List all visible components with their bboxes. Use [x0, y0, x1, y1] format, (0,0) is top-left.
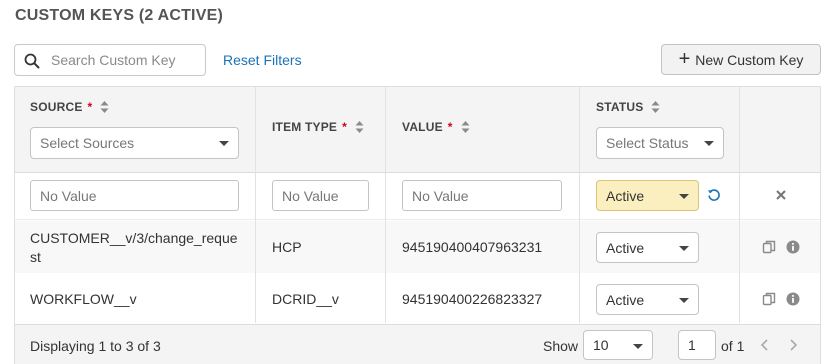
chevron-down-icon: [704, 141, 714, 146]
info-icon[interactable]: [786, 240, 800, 254]
required-marker: *: [342, 120, 348, 134]
sort-icon: [461, 121, 470, 133]
value-input[interactable]: [402, 180, 562, 211]
new-key-status-value: Active: [606, 187, 645, 204]
info-icon[interactable]: [786, 292, 800, 306]
column-divider: [255, 87, 256, 323]
page-number-value: 1: [688, 337, 696, 353]
row-item-type: DCRID__v: [272, 291, 339, 307]
sort-icon: [355, 121, 364, 133]
row-item-type: HCP: [272, 239, 302, 255]
row-status-value: Active: [606, 239, 645, 256]
row-status-value: Active: [606, 291, 645, 308]
sort-icon: [651, 101, 660, 113]
column-divider: [579, 87, 580, 323]
copy-icon[interactable]: [762, 240, 776, 254]
chevron-down-icon: [679, 194, 689, 199]
search-input[interactable]: [49, 49, 199, 71]
column-label-source: SOURCE: [30, 100, 83, 114]
required-marker: *: [87, 100, 93, 114]
status-filter-placeholder: Select Status: [606, 135, 689, 151]
column-divider: [385, 87, 386, 323]
source-filter-select[interactable]: Select Sources: [30, 127, 239, 159]
page-number-input[interactable]: 1: [678, 330, 716, 360]
row-source-text: CUSTOMER__v/3/change_reque: [30, 230, 238, 246]
column-header-item-type[interactable]: ITEM TYPE *: [272, 120, 364, 134]
reset-filters-link[interactable]: Reset Filters: [223, 52, 302, 68]
displaying-count: Displaying 1 to 3 of 3: [30, 338, 161, 354]
undo-icon[interactable]: [707, 188, 721, 202]
column-header-value[interactable]: VALUE *: [402, 120, 470, 134]
page-title: CUSTOM KEYS (2 ACTIVE): [15, 7, 223, 24]
chevron-down-icon: [679, 246, 689, 251]
column-label-item-type: ITEM TYPE: [272, 120, 338, 134]
search-box[interactable]: [14, 44, 206, 76]
row-status-select[interactable]: Active: [596, 284, 699, 315]
copy-icon[interactable]: [762, 292, 776, 306]
page-size-value: 10: [593, 337, 609, 353]
column-label-value: VALUE: [402, 120, 443, 134]
close-icon[interactable]: [775, 189, 787, 201]
plus-icon: +: [678, 47, 691, 70]
sort-icon: [100, 101, 109, 113]
new-custom-key-button[interactable]: + New Custom Key: [661, 44, 821, 75]
of-pages-label: of 1: [721, 338, 745, 354]
column-divider: [739, 87, 740, 323]
page-size-select[interactable]: 10: [583, 330, 653, 360]
show-label: Show: [543, 338, 579, 354]
source-input[interactable]: [30, 180, 239, 211]
status-filter-select[interactable]: Select Status: [596, 127, 724, 159]
column-header-source[interactable]: SOURCE *: [30, 100, 109, 114]
column-label-status: STATUS: [596, 100, 644, 114]
required-marker: *: [447, 120, 453, 134]
row-source-text: WORKFLOW__v: [30, 291, 137, 307]
row-source-cell: CUSTOMER__v/3/change_reque st: [30, 229, 245, 267]
chevron-down-icon: [219, 141, 229, 146]
table-footer: Displaying 1 to 3 of 3 Show 10 1 of 1: [15, 324, 820, 364]
chevron-down-icon: [679, 298, 689, 303]
source-filter-placeholder: Select Sources: [40, 135, 135, 151]
row-source-text-continued: st: [30, 249, 41, 265]
chevron-right-icon[interactable]: [786, 338, 800, 352]
new-custom-key-label: New Custom Key: [695, 51, 804, 68]
new-key-status-select[interactable]: Active: [596, 180, 699, 211]
custom-keys-table: SOURCE * Select Sources ITEM TYPE * VALUE *…: [14, 86, 821, 364]
row-status-select[interactable]: Active: [596, 232, 699, 263]
chevron-left-icon[interactable]: [758, 338, 772, 352]
chevron-down-icon: [633, 344, 643, 349]
row-value: 945190400407963231: [402, 239, 543, 255]
column-header-status[interactable]: STATUS: [596, 100, 660, 114]
item-type-input[interactable]: [272, 180, 369, 211]
search-icon: [24, 53, 40, 69]
row-value: 945190400226823327: [402, 291, 543, 307]
